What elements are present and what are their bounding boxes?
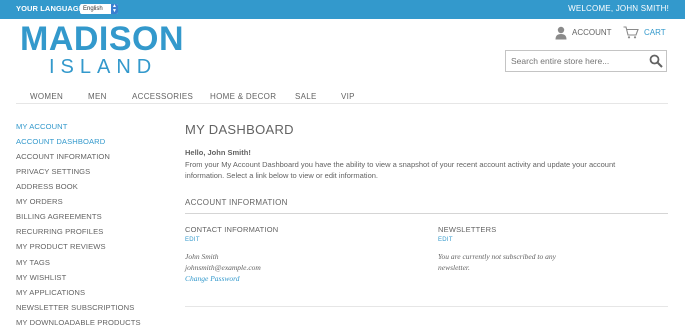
welcome-message: WELCOME, JOHN SMITH! bbox=[568, 4, 669, 13]
newsletters-title: NEWSLETTERS bbox=[438, 225, 497, 234]
language-select[interactable]: English ▲ ▼ bbox=[80, 4, 118, 14]
language-label: YOUR LANGUAGE: bbox=[16, 4, 87, 13]
sidebar-item-address-book[interactable]: ADDRESS BOOK bbox=[16, 182, 78, 191]
search-input[interactable] bbox=[506, 51, 644, 71]
main-nav: WOMEN MEN ACCESSORIES HOME & DECOR SALE … bbox=[16, 88, 668, 104]
newsletters-status-line-2: newsletter. bbox=[438, 263, 470, 272]
search-icon[interactable] bbox=[649, 54, 663, 68]
nav-item-men[interactable]: MEN bbox=[88, 92, 107, 101]
account-information-heading: ACCOUNT INFORMATION bbox=[185, 198, 288, 207]
sidebar-item-my-tags[interactable]: MY TAGS bbox=[16, 258, 50, 267]
change-password-link[interactable]: Change Password bbox=[185, 274, 240, 283]
sidebar-item-my-downloadable-products[interactable]: MY DOWNLOADABLE PRODUCTS bbox=[16, 318, 141, 327]
top-bar: YOUR LANGUAGE: English ▲ ▼ WELCOME, JOHN … bbox=[0, 0, 685, 19]
nav-item-home-decor[interactable]: HOME & DECOR bbox=[210, 92, 276, 101]
sidebar-item-account-dashboard[interactable]: ACCOUNT DASHBOARD bbox=[16, 137, 105, 146]
page-title: MY DASHBOARD bbox=[185, 122, 294, 137]
sidebar-item-my-product-reviews[interactable]: MY PRODUCT REVIEWS bbox=[16, 242, 106, 251]
sidebar-item-privacy-settings[interactable]: PRIVACY SETTINGS bbox=[16, 167, 90, 176]
language-selected-value: English bbox=[83, 6, 103, 12]
contact-information-title: CONTACT INFORMATION bbox=[185, 225, 279, 234]
newsletters-status-line-1: You are currently not subscribed to any bbox=[438, 252, 556, 261]
sidebar-title: MY ACCOUNT bbox=[16, 122, 68, 131]
nav-item-sale[interactable]: SALE bbox=[295, 92, 317, 101]
contact-edit-link[interactable]: EDIT bbox=[185, 237, 200, 243]
logo-line-2: ISLAND bbox=[49, 56, 158, 78]
sidebar-item-account-information[interactable]: ACCOUNT INFORMATION bbox=[16, 152, 110, 161]
greeting: Hello, John Smith! bbox=[185, 148, 251, 157]
sidebar-item-billing-agreements[interactable]: BILLING AGREEMENTS bbox=[16, 212, 102, 221]
dashboard-intro: From your My Account Dashboard you have … bbox=[185, 160, 616, 180]
newsletters-edit-link[interactable]: EDIT bbox=[438, 237, 453, 243]
nav-item-vip[interactable]: VIP bbox=[341, 92, 355, 101]
cart-icon bbox=[623, 26, 639, 39]
cart-label: CART bbox=[644, 28, 666, 37]
account-label: ACCOUNT bbox=[572, 28, 612, 37]
sidebar-item-newsletter-subscriptions[interactable]: NEWSLETTER SUBSCRIPTIONS bbox=[16, 303, 134, 312]
store-logo[interactable]: MADISON ISLAND bbox=[20, 20, 184, 80]
contact-name: John Smith bbox=[185, 252, 219, 261]
nav-item-women[interactable]: WOMEN bbox=[30, 92, 63, 101]
sidebar-item-recurring-profiles[interactable]: RECURRING PROFILES bbox=[16, 227, 103, 236]
nav-item-accessories[interactable]: ACCESSORIES bbox=[132, 92, 193, 101]
select-arrows-icon: ▲ ▼ bbox=[111, 3, 118, 14]
sidebar-item-my-wishlist[interactable]: MY WISHLIST bbox=[16, 273, 66, 282]
bottom-divider bbox=[185, 306, 668, 307]
contact-email: johnsmith@example.com bbox=[185, 263, 261, 272]
section-divider bbox=[185, 213, 668, 214]
sidebar-item-my-applications[interactable]: MY APPLICATIONS bbox=[16, 288, 85, 297]
user-icon bbox=[555, 26, 567, 40]
search-box bbox=[505, 50, 667, 72]
logo-line-1: MADISON bbox=[20, 20, 185, 58]
sidebar-item-my-orders[interactable]: MY ORDERS bbox=[16, 197, 63, 206]
